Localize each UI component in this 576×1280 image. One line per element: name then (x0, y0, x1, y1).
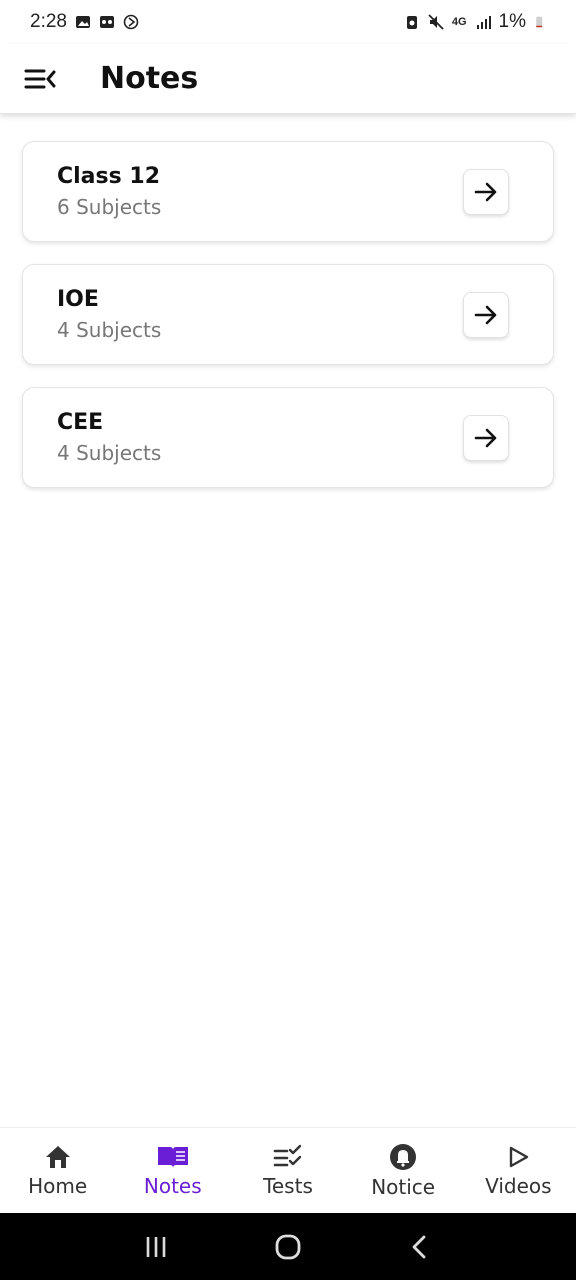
menu-collapse-icon (24, 69, 56, 88)
app-bar: Notes (0, 44, 576, 114)
category-card-cee[interactable]: CEE 4 Subjects (22, 387, 554, 488)
back-icon[interactable] (407, 1234, 433, 1260)
open-category-button[interactable] (463, 414, 509, 461)
category-title: Class 12 (57, 164, 160, 189)
battery-percent: 1% (498, 11, 526, 32)
status-bar: 2:28 4G 1% (0, 0, 576, 44)
nav-item-videos[interactable]: Videos (463, 1144, 573, 1198)
card-text: CEE 4 Subjects (57, 410, 161, 465)
nav-item-tests[interactable]: Tests (233, 1144, 343, 1198)
nav-label: Tests (263, 1173, 313, 1198)
bell-icon (390, 1143, 417, 1170)
nav-label: Home (28, 1173, 88, 1198)
nav-item-notice[interactable]: Notice (348, 1143, 458, 1199)
location-disabled-icon (123, 14, 139, 30)
category-title: CEE (57, 410, 104, 435)
arrow-right-icon (474, 428, 497, 447)
status-time: 2:28 (30, 11, 67, 32)
page-title: Notes (100, 61, 199, 96)
nav-label: Videos (485, 1173, 552, 1198)
battery-icon (536, 16, 543, 28)
image-icon (75, 16, 90, 28)
battery-saver-icon (406, 16, 417, 29)
mute-icon (428, 14, 444, 30)
status-right: 4G 1% (404, 11, 546, 33)
arrow-right-icon (474, 305, 497, 324)
signal-icon (476, 16, 491, 29)
category-subject-count: 4 Subjects (57, 318, 162, 342)
book-icon (157, 1146, 188, 1168)
checklist-icon (273, 1144, 302, 1166)
category-subject-count: 6 Subjects (57, 195, 162, 219)
category-title: IOE (57, 287, 99, 312)
recent-apps-icon[interactable] (143, 1234, 169, 1260)
status-left: 2:28 (30, 11, 139, 33)
open-category-button[interactable] (463, 168, 509, 215)
nav-item-notes[interactable]: Notes (118, 1144, 228, 1198)
network-type: 4G (451, 16, 467, 28)
system-navigation-bar (0, 1213, 576, 1280)
home-icon (45, 1145, 70, 1168)
nav-label: Notes (143, 1173, 202, 1198)
card-text: IOE 4 Subjects (57, 287, 161, 342)
nav-item-home[interactable]: Home (3, 1144, 113, 1198)
category-card-class-12[interactable]: Class 12 6 Subjects (22, 141, 554, 242)
notes-category-list: Class 12 6 Subjects IOE 4 Subjects CEE 4… (22, 141, 554, 510)
bottom-navigation: Home Notes Tests Notice Videos (0, 1127, 576, 1213)
nav-label: Notice (371, 1174, 436, 1199)
home-button-icon[interactable] (274, 1233, 302, 1261)
category-subject-count: 4 Subjects (57, 441, 162, 465)
menu-button[interactable] (20, 59, 60, 99)
play-icon (510, 1146, 529, 1167)
open-category-button[interactable] (463, 291, 509, 338)
category-card-ioe[interactable]: IOE 4 Subjects (22, 264, 554, 365)
card-text: Class 12 6 Subjects (57, 164, 161, 219)
voicemail-icon (99, 16, 114, 28)
arrow-right-icon (474, 182, 497, 201)
